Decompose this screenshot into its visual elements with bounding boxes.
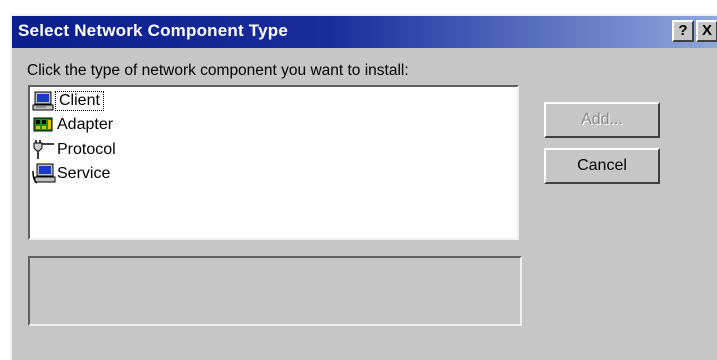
client-computer-icon xyxy=(32,90,56,112)
description-panel xyxy=(28,256,522,326)
list-item-label: Adapter xyxy=(57,116,114,133)
list-item-label: Protocol xyxy=(57,141,116,158)
close-button[interactable]: X xyxy=(696,20,717,42)
list-item-protocol[interactable]: Protocol xyxy=(32,138,119,162)
window-title: Select Network Component Type xyxy=(18,21,288,40)
instruction-label: Click the type of network component you … xyxy=(27,62,409,79)
list-item-adapter[interactable]: Adapter xyxy=(32,113,116,137)
component-type-list[interactable]: Client Adapter Protocol Service xyxy=(28,85,519,240)
service-computer-icon xyxy=(32,163,56,185)
list-item-label: Client xyxy=(55,91,104,111)
list-item-client[interactable]: Client xyxy=(32,89,104,113)
list-item-service[interactable]: Service xyxy=(32,162,113,186)
network-adapter-icon xyxy=(32,114,56,136)
help-button[interactable]: ? xyxy=(672,20,694,42)
protocol-plug-icon xyxy=(32,139,56,161)
title-bar[interactable]: Select Network Component Type ? X xyxy=(12,16,717,48)
cancel-button[interactable]: Cancel xyxy=(544,148,660,184)
list-item-label: Service xyxy=(57,165,111,182)
add-button[interactable]: Add... xyxy=(544,102,660,138)
